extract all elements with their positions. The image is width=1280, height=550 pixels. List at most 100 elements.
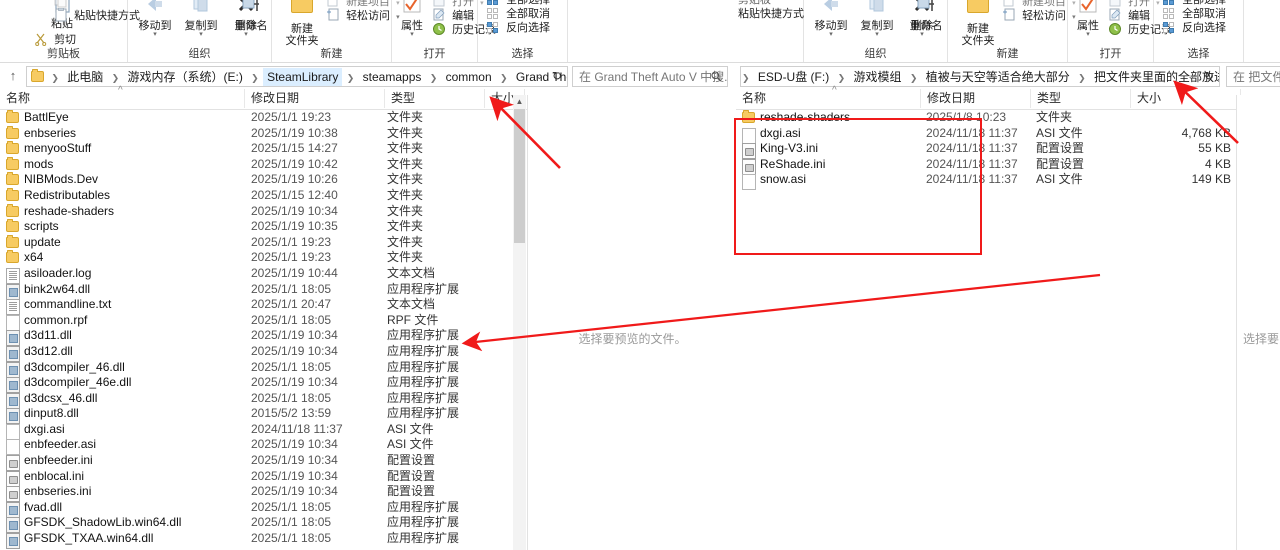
folder-icon <box>6 156 19 170</box>
properties-button[interactable]: 属性 ▾ <box>394 0 430 44</box>
breadcrumb-right[interactable]: ❯ ESD-U盘 (F:) ❯ 游戏模组 ❯ 植被与天空等适合绝大部分 ❯ 把文… <box>740 66 1220 87</box>
file-date: 2025/1/1 20:47 <box>251 297 332 312</box>
file-date: 2015/5/2 13:59 <box>251 406 332 421</box>
file-list-right[interactable]: reshade-shaders 2025/1/8 10:23 文件夹 dxgi.asi… <box>736 110 1280 550</box>
search-box-right[interactable]: 在 把文件 <box>1226 66 1280 87</box>
copy-to-button[interactable]: 复制到 ▾ <box>178 0 224 44</box>
file-type: 配置设置 <box>1036 141 1085 156</box>
properties-caret-icon[interactable]: ▾ <box>394 31 430 38</box>
select-none-icon <box>486 6 500 20</box>
breadcrumb-item-1-right[interactable]: 游戏模组 <box>849 68 905 86</box>
ribbon-right: 剪贴板 粘贴快捷方式 移动到 ▾ 复制到 ▾ 删除 ▾ 组织 重命名 新建 文件… <box>736 0 1280 63</box>
ribbon-left: 粘贴 剪切 粘贴快捷方式 剪贴板 移动到 ▾ 复制到 ▾ 删除 ▾ 组织 重命名… <box>0 0 736 63</box>
search-placeholder-right: 在 把文件 <box>1233 70 1280 84</box>
breadcrumb-dropdown-icon-right[interactable]: ⌄ <box>1187 67 1195 86</box>
file-type: 文件夹 <box>387 125 424 140</box>
easy-access-icon <box>1002 8 1016 22</box>
breadcrumb-item-3[interactable]: steamapps <box>359 68 426 86</box>
move-to-caret-icon[interactable]: ▾ <box>808 31 854 38</box>
ribbon-group-clipboard-right: 剪贴板 粘贴快捷方式 <box>736 0 804 62</box>
history-icon <box>432 22 446 36</box>
scrollbar-thumb[interactable] <box>514 109 525 243</box>
breadcrumb-item-0[interactable]: 此电脑 <box>63 68 107 86</box>
rename-label-right: 重命名 <box>909 20 943 32</box>
rename-button[interactable]: 重命名 <box>227 0 275 44</box>
new-item-icon <box>326 0 340 8</box>
file-type: 应用程序扩展 <box>387 375 460 390</box>
file-name: d3dcompiler_46.dll <box>24 359 125 374</box>
easy-access-button[interactable]: 轻松访问 ▾ <box>326 8 400 25</box>
folder-icon <box>6 203 19 217</box>
file-name: reshade-shaders <box>760 110 851 124</box>
ribbon-group-new-right: 新建 文件夹 新建项目 ▾ 轻松访问 ▾ 新建 <box>948 0 1076 62</box>
breadcrumb-item-3-right[interactable]: 把文件夹里面的全部放进根目录（必装） <box>1090 68 1219 86</box>
screenshot-root: 粘贴 剪切 粘贴快捷方式 剪贴板 移动到 ▾ 复制到 ▾ 删除 ▾ 组织 重命名… <box>0 0 1280 550</box>
file-date: 2025/1/1 18:05 <box>251 531 332 546</box>
table-row[interactable]: ReShade.ini 2024/11/18 11:37 配置设置 4 KB <box>736 157 1280 175</box>
ribbon-group-select-right: 全部选择 全部取消 反向选择 选择 <box>1154 0 1244 62</box>
scrollbar-left[interactable]: ▲ <box>513 95 526 550</box>
breadcrumb-item-0-right[interactable]: ESD-U盘 (F:) <box>754 68 833 86</box>
file-type: 应用程序扩展 <box>387 531 460 546</box>
file-date: 2025/1/19 10:35 <box>251 219 338 234</box>
move-to-button-right[interactable]: 移动到 ▾ <box>808 0 854 44</box>
rename-button-right[interactable]: 重命名 <box>902 0 950 44</box>
table-row[interactable]: reshade-shaders 2025/1/8 10:23 文件夹 <box>736 110 1280 126</box>
new-folder-button[interactable]: 新建 文件夹 <box>280 0 324 47</box>
move-to-button[interactable]: 移动到 ▾ <box>132 0 178 44</box>
column-header-type-right[interactable]: 类型 <box>1031 89 1131 108</box>
file-name: enbseries <box>24 125 77 140</box>
easy-access-icon <box>326 8 340 22</box>
breadcrumb-dropdown-icon[interactable]: ⌄ <box>535 67 543 86</box>
refresh-icon[interactable]: ↻ <box>552 67 562 86</box>
scroll-up-icon[interactable]: ▲ <box>513 95 526 108</box>
copy-to-caret-icon[interactable]: ▾ <box>178 31 224 38</box>
breadcrumb-item-1[interactable]: 游戏内存（系统）(E:) <box>123 68 246 86</box>
copy-to-button-right[interactable]: 复制到 ▾ <box>854 0 900 44</box>
easy-access-button-right[interactable]: 轻松访问 ▾ <box>1002 8 1076 25</box>
paste-shortcut-button-right[interactable]: 粘贴快捷方式 <box>738 6 804 23</box>
file-type: 配置设置 <box>387 453 436 468</box>
table-row[interactable]: King-V3.ini 2024/11/18 11:37 配置设置 55 KB <box>736 141 1280 160</box>
file-date: 2025/1/19 10:34 <box>251 437 338 452</box>
file-date: 2025/1/8 10:23 <box>926 110 1007 124</box>
file-name: NIBMods.Dev <box>24 172 99 187</box>
file-name: bink2w64.dll <box>24 281 91 296</box>
breadcrumb-item-2-right[interactable]: 植被与天空等适合绝大部分 <box>922 68 1074 86</box>
file-name: d3dcsx_46.dll <box>24 390 98 405</box>
paste-shortcut-icon <box>54 7 68 22</box>
properties-button-right[interactable]: 属性 ▾ <box>1070 0 1106 44</box>
column-header-date-right[interactable]: 修改日期 <box>921 89 1031 108</box>
file-type: 文件夹 <box>387 250 424 265</box>
properties-caret-icon[interactable]: ▾ <box>1070 31 1106 38</box>
table-row[interactable]: dxgi.asi 2024/11/18 11:37 ASI 文件 4,768 KB <box>736 126 1280 144</box>
breadcrumb-item-2[interactable]: SteamLibrary <box>263 68 343 86</box>
sort-indicator-icon: ^ <box>118 85 123 96</box>
search-placeholder: 在 Grand Theft Auto V 中搜... <box>579 70 728 84</box>
column-header-name-right[interactable]: 名称 <box>736 89 921 108</box>
invert-selection-button-right[interactable]: 反向选择 <box>1162 20 1226 37</box>
properties-check-icon <box>1070 0 1106 20</box>
table-row[interactable]: snow.asi 2024/11/18 11:37 ASI 文件 149 KB <box>736 172 1280 191</box>
ribbon-group-clipboard: 粘贴 剪切 粘贴快捷方式 剪贴板 <box>0 0 140 62</box>
breadcrumb-item-4[interactable]: common <box>442 68 496 86</box>
file-date: 2025/1/19 10:34 <box>251 343 338 358</box>
column-header-date[interactable]: 修改日期 <box>245 89 385 108</box>
breadcrumb-left[interactable]: ❯ 此电脑 ❯ 游戏内存（系统）(E:) ❯ SteamLibrary ❯ st… <box>26 66 568 87</box>
invert-selection-button[interactable]: 反向选择 <box>486 20 550 37</box>
new-folder-button-right[interactable]: 新建 文件夹 <box>956 0 1000 47</box>
up-button[interactable]: ↑ <box>4 67 22 85</box>
folder-icon <box>6 172 19 186</box>
file-date: 2025/1/19 10:38 <box>251 125 338 140</box>
file-date: 2025/1/1 19:23 <box>251 110 332 124</box>
search-box-left[interactable]: 在 Grand Theft Auto V 中搜... <box>572 66 728 87</box>
column-header-size-right[interactable]: 大小 <box>1131 89 1241 108</box>
column-header-type[interactable]: 类型 <box>385 89 485 108</box>
file-icon <box>742 174 756 195</box>
move-to-caret-icon[interactable]: ▾ <box>132 31 178 38</box>
folder-icon <box>6 110 19 123</box>
copy-to-caret-icon[interactable]: ▾ <box>854 31 900 38</box>
rename-label: 重命名 <box>234 20 268 32</box>
refresh-icon-right[interactable]: ↻ <box>1204 67 1214 86</box>
select-none-icon <box>1162 6 1176 20</box>
